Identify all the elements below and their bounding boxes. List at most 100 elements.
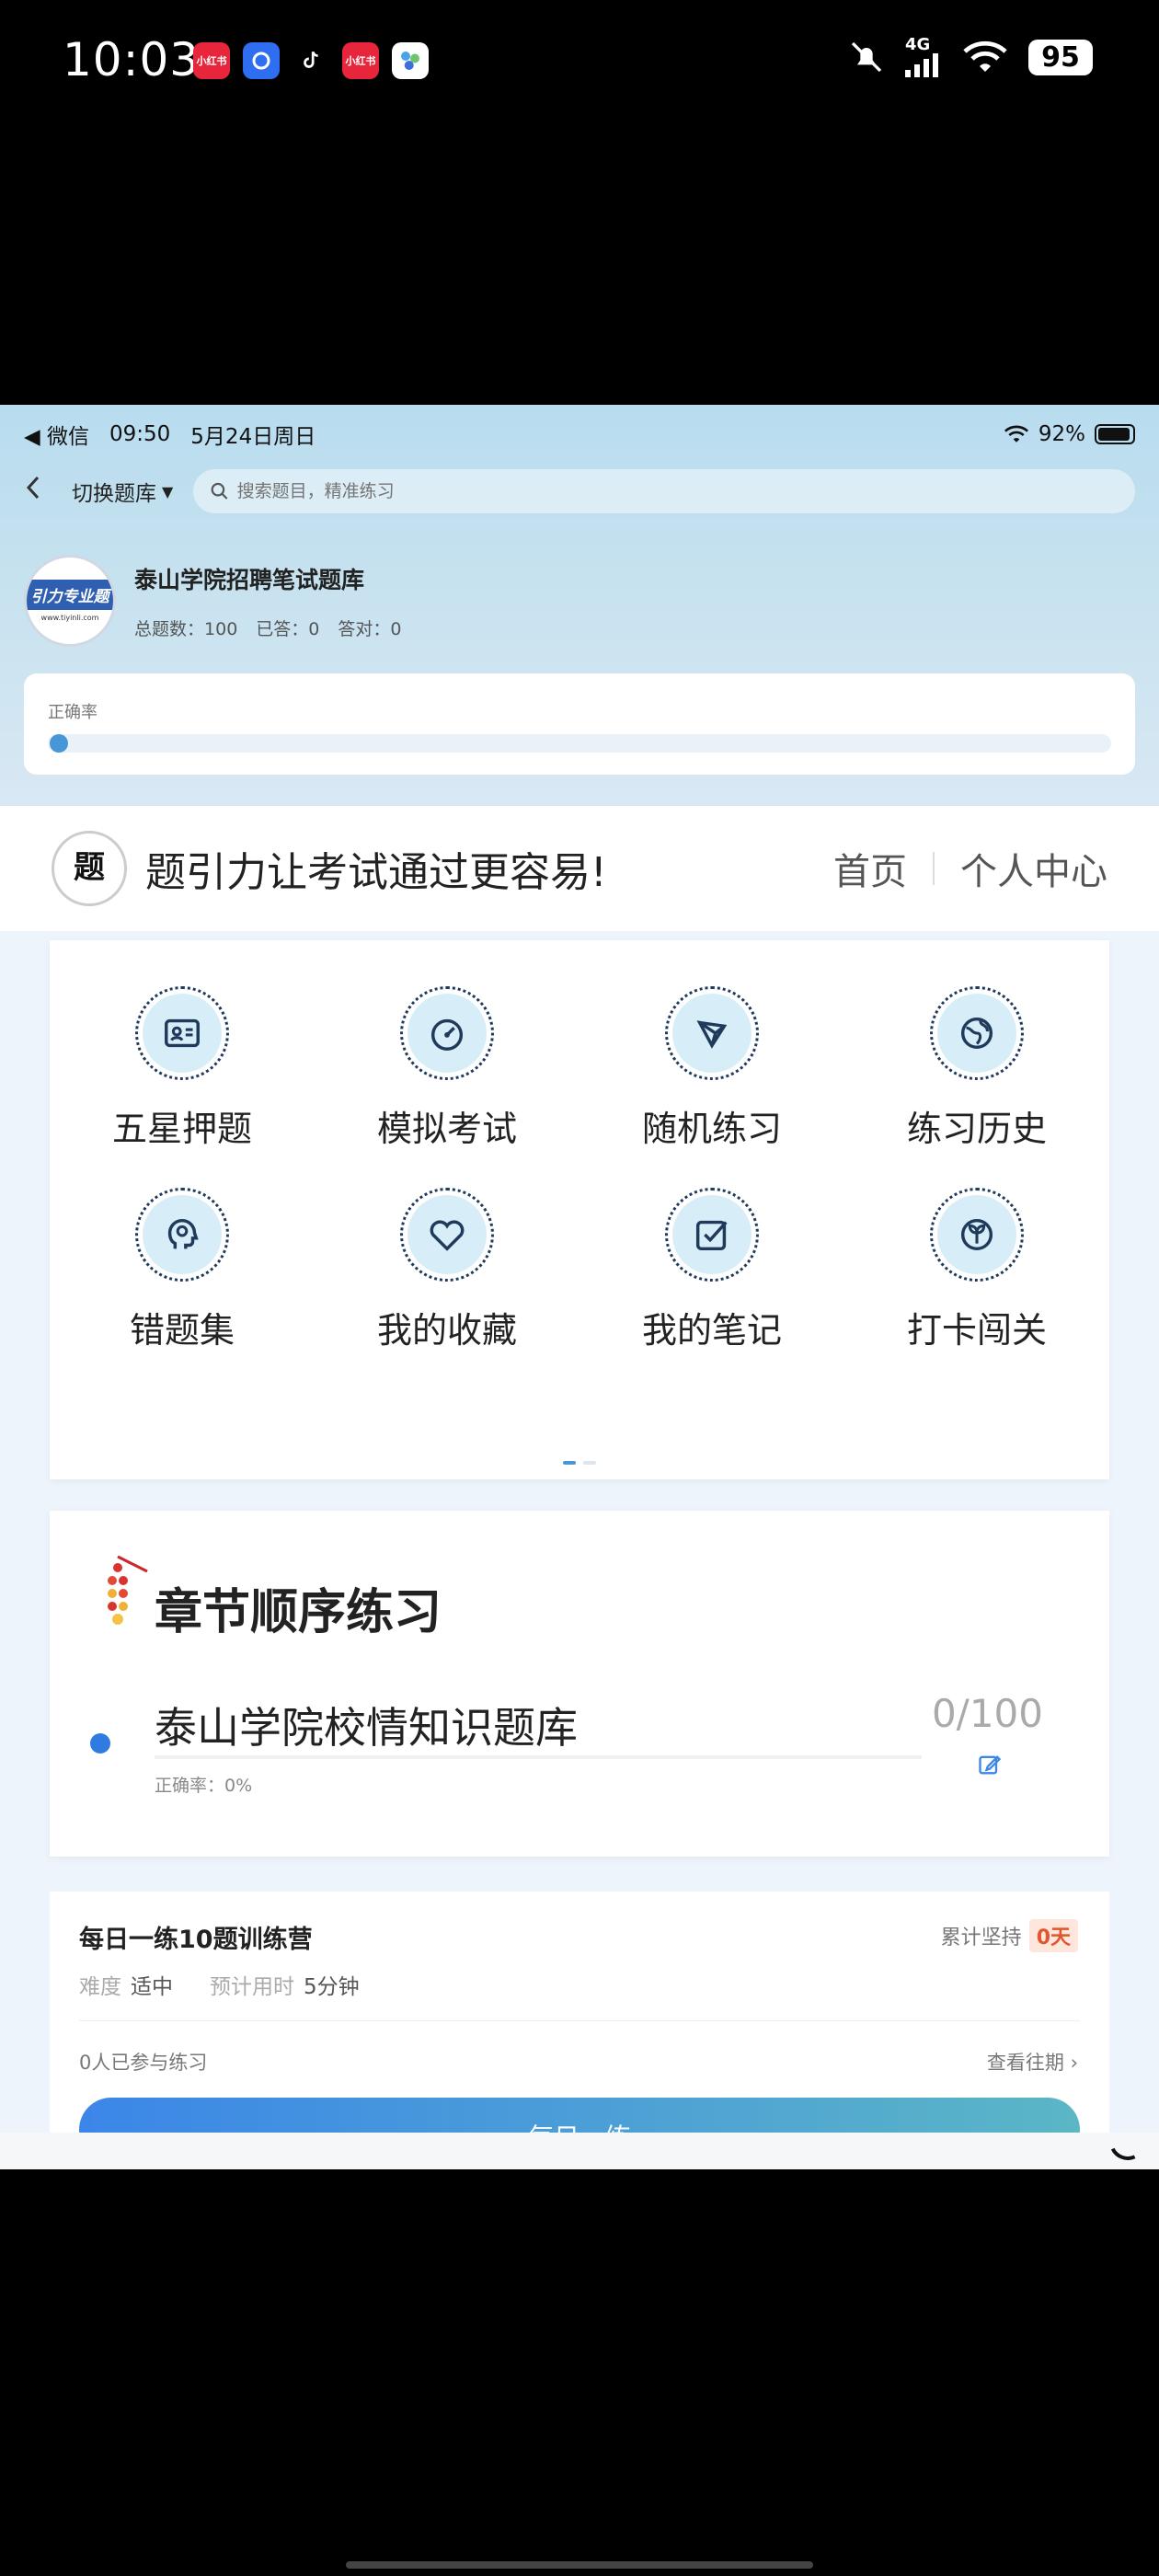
feature-my-notes[interactable]: 我的笔记 [580, 1188, 844, 1352]
total-label: 总题数： [134, 618, 205, 639]
slogan: 题引力让考试通过更容易! [145, 849, 607, 896]
bank-stats: 总题数：100 已答：0 答对：0 [134, 615, 402, 640]
feature-practice-history[interactable]: 练习历史 [844, 986, 1109, 1151]
time-label: 预计用时 [210, 1975, 294, 1999]
chapter-section-title: 章节顺序练习 [155, 1585, 442, 1640]
nav-personal-center-link[interactable]: 个人中心 [960, 842, 1107, 895]
bank-logo-text: 引力专业题 [27, 580, 113, 610]
inner-status-bar: ◀ 微信 09:50 5月24日周日 92% [24, 418, 1135, 451]
bank-title: 泰山学院招聘笔试题库 [134, 566, 365, 593]
page-dot-active [563, 1461, 576, 1465]
correct-count: 0 [390, 618, 402, 639]
persist-label: 累计坚持 [940, 1926, 1022, 1949]
signal-icon [905, 53, 938, 77]
feature-ring [400, 986, 494, 1080]
heart-icon [430, 1220, 465, 1251]
nav-home-link[interactable]: 首页 [833, 842, 907, 895]
chapter-bullet [90, 1733, 110, 1754]
persist-badge: 累计坚持 0天 [941, 1919, 1078, 1952]
feature-label: 五星押题 [111, 1109, 252, 1149]
view-past-link[interactable]: 查看往期 › [987, 2048, 1078, 2076]
edit-icon[interactable] [977, 1752, 1003, 1777]
feature-wrong-questions[interactable]: 错题集 [50, 1188, 315, 1352]
network-icon [696, 1020, 728, 1049]
feature-label: 我的笔记 [641, 1310, 782, 1351]
phone-time: 10:03 [63, 33, 201, 86]
feature-ring-inner [143, 1195, 222, 1274]
feature-random-practice[interactable]: 随机练习 [580, 986, 844, 1151]
chapter-name[interactable]: 泰山学院校情知识题库 [155, 1695, 578, 1755]
bank-logo: 引力专业题 www.tiyinli.com [24, 555, 116, 647]
daily-divider [79, 2020, 1080, 2021]
network-type: 4G [905, 35, 931, 54]
feature-ring [135, 986, 229, 1080]
back-to-wechat[interactable]: ◀ 微信 [24, 419, 89, 450]
feature-label: 打卡闯关 [906, 1310, 1047, 1351]
wifi-icon [963, 40, 1007, 72]
feature-five-star[interactable]: 五星押题 [50, 986, 315, 1151]
battery-icon [1095, 424, 1135, 444]
shield-app-icon [243, 42, 280, 79]
feature-ring [930, 986, 1024, 1080]
sprout-icon [960, 1218, 993, 1251]
participants-count: 0人已参与练习 [79, 2052, 208, 2074]
page-indicator [50, 1461, 1109, 1465]
feature-my-favorites[interactable]: 我的收藏 [315, 1188, 580, 1352]
feature-checkin[interactable]: 打卡闯关 [844, 1188, 1109, 1352]
hero-header: ◀ 微信 09:50 5月24日周日 92% 切换题库 ▼ 搜索题目，精准练习 … [0, 405, 1159, 810]
difficulty-label: 难度 [79, 1975, 121, 1999]
correct-label: 答对： [338, 618, 391, 639]
daily-title: 每日一练10题训练营 [79, 1926, 313, 1954]
feature-label: 随机练习 [641, 1109, 782, 1149]
bottom-overlay [0, 2133, 1159, 2169]
feature-mock-exam[interactable]: 模拟考试 [315, 986, 580, 1151]
chevron-left-icon [26, 476, 40, 500]
daily-meta: 难度 适中 预计用时 5分钟 [79, 1969, 360, 2000]
search-input[interactable] [236, 481, 1135, 501]
site-header: 题 题引力让考试通过更容易! 首页 个人中心 [0, 806, 1159, 931]
back-button[interactable] [24, 473, 52, 510]
inner-date: 5月24日周日 [190, 425, 316, 449]
xiaohongshu-icon: 小红书 [193, 42, 230, 79]
id-card-icon [165, 1018, 200, 1048]
home-indicator[interactable] [346, 2561, 813, 2569]
chapter-practice-card: 章节顺序练习 泰山学院校情知识题库 正确率：0% 0/100 [50, 1511, 1109, 1857]
feature-label: 我的收藏 [376, 1310, 517, 1351]
caret-down-icon: ▼ [162, 482, 174, 500]
feature-ring-inner [143, 994, 222, 1073]
page-dot [583, 1461, 596, 1465]
chapter-accuracy: 正确率：0% [155, 1776, 253, 1796]
accuracy-progress-bar [48, 734, 1111, 753]
feature-ring-inner [937, 994, 1016, 1073]
time-value: 5分钟 [304, 1975, 360, 1999]
site-nav: 首页 个人中心 [833, 842, 1107, 895]
feature-ring [400, 1188, 494, 1282]
inner-time: 09:50 [109, 422, 171, 446]
accuracy-label: 正确率 [48, 703, 98, 722]
feature-ring-inner [672, 1195, 752, 1274]
feature-ring-inner [407, 994, 487, 1073]
feature-ring-inner [407, 1195, 487, 1274]
accuracy-card: 正确率 [24, 673, 1135, 775]
feature-label: 错题集 [129, 1310, 235, 1351]
search-icon [211, 482, 228, 500]
feature-grid-card: 五星押题 模拟考试 随机练习 练习历史 错题集 我的收藏 我的笔记 打卡闯关 [50, 940, 1109, 1479]
cluster-app-icon [392, 42, 429, 79]
bank-info: 引力专业题 www.tiyinli.com 泰山学院招聘笔试题库 总题数：100… [24, 550, 1135, 651]
firecracker-icon [108, 1555, 148, 1625]
feature-ring [930, 1188, 1024, 1282]
daily-practice-card: 每日一练10题训练营 累计坚持 0天 难度 适中 预计用时 5分钟 0人已参与练习 … [50, 1892, 1109, 2169]
difficulty-value: 适中 [131, 1975, 173, 1999]
speedometer-icon [430, 1018, 464, 1051]
phone-status-bar: 10:03 小红书 小红书 4G 95 [0, 0, 1159, 129]
globe-icon [960, 1017, 993, 1050]
feature-ring [665, 986, 759, 1080]
accuracy-progress-indicator [50, 734, 68, 753]
search-box[interactable] [193, 469, 1135, 513]
notification-icons: 小红书 小红书 [193, 42, 429, 79]
feature-label: 模拟考试 [376, 1109, 517, 1149]
answered-label: 已答： [256, 618, 309, 639]
chapter-progress-bar [155, 1755, 922, 1759]
switch-bank-dropdown[interactable]: 切换题库 ▼ [72, 476, 173, 507]
phone-status-right: 4G 95 [848, 37, 1093, 77]
